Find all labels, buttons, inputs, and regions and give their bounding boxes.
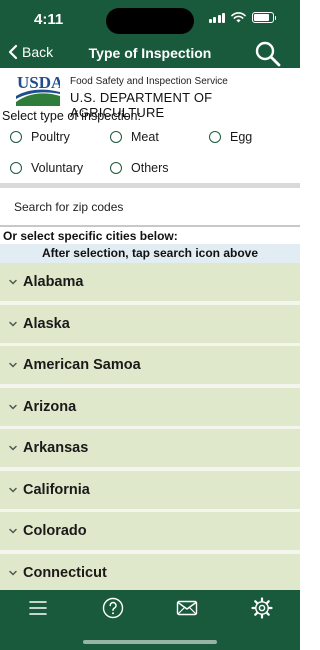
status-time: 4:11 bbox=[34, 11, 64, 28]
status-icons bbox=[208, 12, 276, 23]
radio-label: Egg bbox=[230, 130, 253, 144]
state-name: Colorado bbox=[23, 523, 87, 539]
state-list[interactable]: Alabama Alaska American Samoa Arizona Ar… bbox=[0, 263, 300, 590]
hint-banner: After selection, tap search icon above bbox=[0, 244, 300, 263]
zip-search-input[interactable] bbox=[0, 188, 300, 226]
agency-name: Food Safety and Inspection Service bbox=[70, 76, 228, 87]
chevron-down-icon bbox=[9, 445, 17, 451]
battery-icon bbox=[252, 12, 276, 23]
chevron-down-icon bbox=[9, 570, 17, 576]
state-name: California bbox=[23, 481, 90, 498]
cellular-signal-icon bbox=[208, 12, 225, 23]
radio-label: Meat bbox=[131, 130, 159, 144]
state-row-arizona[interactable]: Arizona bbox=[0, 387, 300, 426]
radio-poultry[interactable]: Poultry bbox=[10, 130, 70, 144]
state-row-colorado[interactable]: Colorado bbox=[0, 512, 300, 550]
navigation-bar: Back Type of Inspection bbox=[0, 38, 300, 68]
divider bbox=[0, 225, 300, 227]
state-row-arkansas[interactable]: Arkansas bbox=[0, 429, 300, 467]
chevron-down-icon bbox=[9, 404, 17, 410]
radio-circle-icon bbox=[10, 162, 22, 174]
usda-logo: USDA bbox=[16, 73, 60, 106]
state-name: Connecticut bbox=[23, 564, 107, 581]
radio-circle-icon bbox=[10, 131, 22, 143]
chevron-down-icon bbox=[9, 321, 17, 327]
chevron-down-icon bbox=[9, 279, 17, 285]
inspection-type-label: Select type of inspection: bbox=[2, 109, 141, 123]
status-bar: 4:11 bbox=[0, 0, 300, 38]
state-name: Alaska bbox=[23, 315, 70, 332]
radio-label: Others bbox=[131, 161, 169, 175]
mail-icon[interactable] bbox=[175, 596, 199, 620]
state-row-alabama[interactable]: Alabama bbox=[0, 263, 300, 301]
radio-label: Poultry bbox=[31, 130, 70, 144]
svg-text:USDA: USDA bbox=[17, 73, 60, 92]
menu-icon[interactable] bbox=[26, 596, 50, 620]
home-indicator bbox=[83, 640, 217, 644]
wifi-icon bbox=[231, 12, 246, 23]
radio-circle-icon bbox=[110, 162, 122, 174]
state-row-alaska[interactable]: Alaska bbox=[0, 304, 300, 343]
cities-label: Or select specific cities below: bbox=[3, 229, 178, 243]
chevron-down-icon bbox=[9, 487, 17, 493]
state-name: Arkansas bbox=[23, 440, 89, 456]
radio-circle-icon bbox=[110, 131, 122, 143]
state-row-connecticut[interactable]: Connecticut bbox=[0, 553, 300, 590]
chevron-down-icon bbox=[9, 528, 17, 534]
chevron-down-icon bbox=[9, 362, 17, 368]
dynamic-island bbox=[106, 8, 194, 34]
state-name: American Samoa bbox=[23, 357, 141, 373]
radio-voluntary[interactable]: Voluntary bbox=[10, 161, 83, 175]
state-row-california[interactable]: California bbox=[0, 470, 300, 509]
radio-meat[interactable]: Meat bbox=[110, 130, 159, 144]
state-row-american-samoa[interactable]: American Samoa bbox=[0, 346, 300, 384]
radio-circle-icon bbox=[209, 131, 221, 143]
state-name: Alabama bbox=[23, 274, 84, 290]
settings-icon[interactable] bbox=[250, 596, 274, 620]
state-name: Arizona bbox=[23, 398, 77, 415]
search-icon[interactable] bbox=[254, 40, 282, 68]
agency-header: USDA Food Safety and Inspection Service … bbox=[0, 68, 300, 120]
radio-label: Voluntary bbox=[31, 161, 84, 175]
radio-egg[interactable]: Egg bbox=[209, 130, 252, 144]
help-icon[interactable] bbox=[101, 596, 125, 620]
radio-others[interactable]: Others bbox=[110, 161, 169, 175]
